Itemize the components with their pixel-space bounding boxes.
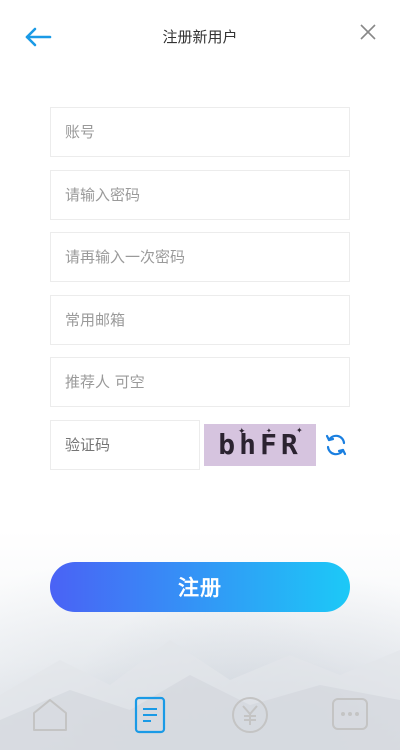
bottom-tab-bar — [0, 680, 400, 750]
tab-finance[interactable] — [220, 690, 280, 740]
captcha-row: ✦ ✦ ✦ bhFR — [50, 419, 350, 470]
captcha-image[interactable]: ✦ ✦ ✦ bhFR — [204, 423, 316, 466]
svg-text:✦: ✦ — [238, 427, 246, 437]
captcha-noise: ✦ ✦ ✦ — [238, 426, 303, 437]
register-form: ✦ ✦ ✦ bhFR — [50, 107, 350, 470]
tab-messages[interactable] — [320, 690, 380, 740]
close-icon — [360, 24, 376, 40]
refresh-icon — [325, 434, 347, 455]
password-input[interactable] — [51, 170, 349, 219]
close-button[interactable] — [354, 18, 382, 46]
chat-icon — [332, 698, 368, 730]
yen-icon — [232, 697, 268, 733]
captcha-field-wrapper — [50, 419, 200, 470]
register-button[interactable]: 注册 — [50, 562, 350, 612]
home-icon — [33, 699, 67, 731]
document-icon — [134, 696, 166, 734]
referrer-input[interactable] — [51, 358, 349, 406]
password-field-wrapper — [50, 169, 350, 220]
email-input[interactable] — [51, 295, 349, 344]
referrer-field-wrapper — [50, 357, 350, 407]
account-input[interactable] — [51, 108, 349, 156]
tab-home[interactable] — [20, 690, 80, 740]
confirm-password-input[interactable] — [51, 233, 349, 281]
account-field-wrapper — [50, 107, 350, 157]
captcha-input[interactable] — [51, 420, 199, 469]
header: 注册新用户 — [0, 0, 400, 76]
confirm-password-field-wrapper — [50, 232, 350, 282]
tab-document[interactable] — [120, 690, 180, 740]
email-field-wrapper — [50, 294, 350, 345]
svg-text:✦: ✦ — [296, 426, 303, 435]
svg-text:✦: ✦ — [266, 427, 272, 435]
refresh-captcha-button[interactable] — [322, 431, 350, 459]
page-title: 注册新用户 — [162, 28, 238, 46]
